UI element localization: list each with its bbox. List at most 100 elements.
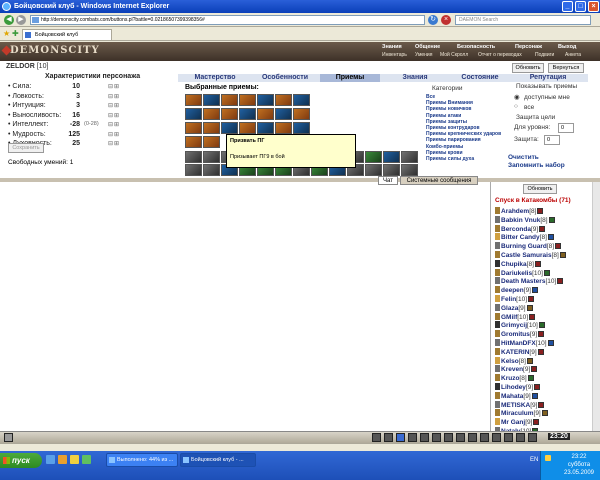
menu-security[interactable]: Безопасность: [457, 44, 495, 50]
technique-slot[interactable]: [293, 122, 310, 134]
technique-slot[interactable]: [293, 94, 310, 106]
menu-knowledge[interactable]: Знания: [382, 44, 402, 50]
refresh-button[interactable]: Обновить: [512, 63, 544, 73]
category-link[interactable]: Все: [426, 94, 435, 100]
technique-slot[interactable]: [203, 94, 220, 106]
clock[interactable]: 23:22 суббота 23.05.2009: [559, 453, 599, 477]
tab-techniques[interactable]: Приемы: [320, 74, 380, 82]
smiley-icon[interactable]: [372, 433, 381, 442]
start-button[interactable]: пуск: [0, 453, 42, 468]
people-icon[interactable]: [420, 433, 429, 442]
available-technique[interactable]: [185, 151, 202, 163]
info-icon[interactable]: [527, 375, 534, 382]
player-link[interactable]: Glaza: [501, 305, 518, 312]
system-messages-tab[interactable]: Системные сообщения: [400, 176, 478, 185]
info-icon[interactable]: [538, 331, 545, 338]
tool-icon[interactable]: [408, 433, 417, 442]
submenu-transfers[interactable]: Отчет о переводах: [478, 52, 522, 58]
player-link[interactable]: GMilf: [501, 314, 517, 321]
category-link[interactable]: Приемы силы духа: [426, 156, 474, 162]
player-link[interactable]: Bitter Candy: [501, 234, 540, 241]
save-stats-button[interactable]: Сохранить: [8, 143, 44, 153]
chat-icon[interactable]: [516, 433, 525, 442]
player-link[interactable]: KATERIN: [501, 349, 529, 356]
stat-plusminus-icon[interactable]: ⊟⊞: [108, 112, 120, 119]
player-link[interactable]: Lihodey: [501, 384, 526, 391]
submenu-skills[interactable]: Умения: [415, 52, 432, 58]
stat-plusminus-icon[interactable]: ⊟⊞: [108, 102, 120, 109]
player-link[interactable]: HitManDFX: [501, 340, 536, 347]
category-link[interactable]: Комбо-приемы: [426, 144, 463, 150]
category-link[interactable]: Приемы защиты: [426, 119, 467, 125]
stat-plusminus-icon[interactable]: ⊟⊞: [108, 93, 120, 100]
submenu-inventory[interactable]: Инвентарь: [382, 52, 407, 58]
category-link[interactable]: Приемы контрударов: [426, 125, 480, 131]
technique-slot[interactable]: [203, 108, 220, 120]
info-icon[interactable]: [543, 269, 550, 276]
technique-slot[interactable]: [185, 136, 202, 148]
info-icon[interactable]: [541, 410, 548, 417]
available-technique[interactable]: [365, 164, 382, 176]
close-button[interactable]: ×: [588, 1, 599, 12]
maximize-button[interactable]: □: [575, 1, 586, 12]
player-link[interactable]: Felin: [501, 296, 516, 303]
technique-slot[interactable]: [239, 108, 256, 120]
info-icon[interactable]: [533, 419, 540, 426]
info-icon[interactable]: [557, 278, 564, 285]
settings-icon[interactable]: [480, 433, 489, 442]
defense-select[interactable]: 0: [544, 135, 560, 145]
chat-area[interactable]: [0, 182, 490, 431]
available-technique[interactable]: [401, 164, 418, 176]
tray-icon[interactable]: [545, 455, 551, 461]
clear-link[interactable]: Очистить: [508, 154, 539, 161]
tab-features[interactable]: Особенности: [255, 74, 315, 82]
info-icon[interactable]: [492, 433, 501, 442]
available-technique[interactable]: [203, 164, 220, 176]
category-link[interactable]: Приемы крепнических ударов: [426, 131, 501, 137]
info-icon[interactable]: [559, 252, 566, 258]
category-link[interactable]: Приемы крови: [426, 150, 463, 156]
info-icon[interactable]: [547, 340, 554, 346]
info-icon[interactable]: [531, 392, 538, 399]
chat-tab[interactable]: Чат: [378, 176, 398, 185]
info-icon[interactable]: [539, 225, 546, 232]
submenu-feats[interactable]: Подвиги: [535, 52, 554, 58]
info-icon[interactable]: [528, 296, 535, 302]
scroll-left-icon[interactable]: [4, 433, 13, 442]
player-link[interactable]: Mr Ganj: [501, 419, 525, 426]
available-technique[interactable]: [185, 164, 202, 176]
player-link[interactable]: Chupika: [501, 261, 527, 268]
stop-icon[interactable]: ×: [441, 15, 451, 25]
language-indicator[interactable]: EN: [530, 457, 538, 463]
category-link[interactable]: Приемы атаки: [426, 113, 461, 119]
technique-slot[interactable]: [221, 122, 238, 134]
info-icon[interactable]: [538, 322, 545, 329]
info-icon[interactable]: [534, 384, 541, 390]
technique-slot[interactable]: [221, 108, 238, 120]
tab-mastery[interactable]: Мастерство: [185, 74, 245, 82]
player-link[interactable]: Grimycij: [501, 322, 527, 329]
mail-icon[interactable]: [468, 433, 477, 442]
technique-slot[interactable]: [185, 108, 202, 120]
available-technique[interactable]: [203, 151, 220, 163]
level-select[interactable]: 0: [558, 123, 574, 133]
stat-plusminus-icon[interactable]: ⊟⊞: [108, 131, 120, 138]
info-icon[interactable]: [537, 208, 544, 214]
quicklaunch-folder-icon[interactable]: [58, 455, 67, 464]
technique-slot[interactable]: [293, 108, 310, 120]
player-link[interactable]: Mahata: [501, 393, 523, 400]
add-favorite-icon[interactable]: ✚: [12, 29, 19, 38]
taskbar-button-browser[interactable]: Бойцовский клуб - ...: [180, 453, 256, 467]
info-icon[interactable]: [529, 313, 536, 320]
info-icon[interactable]: [526, 357, 533, 364]
technique-slot[interactable]: [185, 122, 202, 134]
technique-slot[interactable]: [185, 94, 202, 106]
filter-icon[interactable]: [396, 433, 405, 442]
player-link[interactable]: Miraculum: [501, 410, 534, 417]
technique-slot[interactable]: [257, 122, 274, 134]
info-icon[interactable]: [537, 348, 544, 355]
player-link[interactable]: Castle Samurais: [501, 252, 552, 259]
info-icon[interactable]: [548, 216, 555, 223]
technique-slot[interactable]: [275, 94, 292, 106]
favorites-star-icon[interactable]: ★: [3, 29, 10, 38]
